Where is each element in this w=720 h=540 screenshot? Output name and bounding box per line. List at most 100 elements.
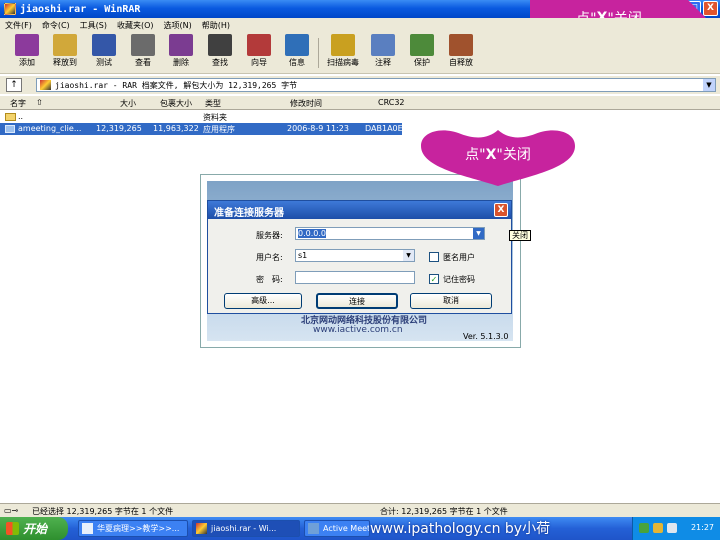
chevron-down-icon[interactable]: ▼ — [703, 79, 715, 91]
address-field[interactable]: jiaoshi.rar - RAR 档案文件, 解包大小为 12,319,265… — [36, 78, 716, 92]
toolbar-label: 释放到 — [53, 58, 77, 67]
toolbar-add-button[interactable]: 添加 — [8, 34, 46, 68]
row-type: 资料夹 — [203, 113, 227, 122]
column-modified[interactable]: 修改时间 — [290, 98, 322, 109]
shield-icon[interactable] — [653, 523, 663, 533]
dialog-close-button[interactable]: X — [494, 203, 508, 217]
network-icon[interactable] — [639, 523, 649, 533]
version-label: Ver. 5.1.3.0 — [463, 332, 509, 341]
toolbar-label: 向导 — [251, 58, 267, 67]
toolbar-wizard-button[interactable]: 向导 — [240, 34, 278, 68]
comment-icon — [371, 34, 395, 56]
close-hint-callout-heart: 点"X"关闭 — [417, 128, 579, 188]
winrar-icon — [4, 3, 16, 15]
start-button[interactable]: 开始 — [0, 517, 68, 540]
table-row[interactable]: .. 资料夹 — [0, 111, 720, 123]
column-packed[interactable]: 包裹大小 — [160, 98, 192, 109]
server-label: 服务器: — [256, 231, 283, 240]
menu-help[interactable]: 帮助(H) — [197, 20, 235, 31]
address-bar: ↑ jiaoshi.rar - RAR 档案文件, 解包大小为 12,319,2… — [0, 76, 720, 94]
view-icon — [131, 34, 155, 56]
system-tray: 21:27 — [632, 517, 720, 540]
advanced-button[interactable]: 高级... — [224, 293, 302, 309]
toolbar-comment-button[interactable]: 注释 — [364, 34, 402, 68]
remember-password-label: 记住密码 — [443, 275, 475, 284]
menu-bar: 文件(F) 命令(C) 工具(S) 收藏夹(O) 选项(N) 帮助(H) — [0, 18, 720, 32]
toolbar-label: 测试 — [96, 58, 112, 67]
menu-favorites[interactable]: 收藏夹(O) — [112, 20, 159, 31]
taskbar: 开始 华夏病理>>教学>>... jiaoshi.rar - Wi... Act… — [0, 517, 720, 540]
toolbar: 添加 释放到 测试 查看 删除 查找 向导 信息 扫描病毒 注释 保护 自释放 — [0, 32, 720, 74]
volume-icon[interactable] — [667, 523, 677, 533]
test-icon — [92, 34, 116, 56]
username-value: s1 — [298, 251, 308, 260]
toolbar-view-button[interactable]: 查看 — [124, 34, 162, 68]
virus-scan-icon — [331, 34, 355, 56]
up-folder-button[interactable]: ↑ — [6, 78, 22, 92]
password-field[interactable] — [295, 271, 415, 284]
row-type: 应用程序 — [203, 125, 235, 134]
clock: 21:27 — [690, 523, 714, 532]
column-type[interactable]: 类型 — [205, 98, 221, 109]
menu-options[interactable]: 选项(N) — [159, 20, 197, 31]
toolbar-test-button[interactable]: 测试 — [85, 34, 123, 68]
start-label: 开始 — [23, 522, 48, 536]
archive-icon — [40, 80, 51, 90]
callout-text-suffix: "关闭 — [496, 147, 531, 163]
browser-icon — [82, 523, 93, 534]
toolbar-info-button[interactable]: 信息 — [278, 34, 316, 68]
menu-command[interactable]: 命令(C) — [37, 20, 75, 31]
watermark: www.ipathology.cn by小荷 — [370, 521, 551, 537]
username-label: 用户名: — [256, 253, 283, 262]
callout-key: X — [485, 147, 497, 163]
close-tooltip: 关闭 — [509, 230, 531, 241]
winrar-icon — [196, 523, 207, 534]
connect-button[interactable]: 连接 — [316, 293, 398, 309]
toolbar-label: 查找 — [212, 58, 228, 67]
drive-key-icon: ▭⊸ — [4, 506, 19, 515]
column-crc[interactable]: CRC32 — [378, 98, 405, 107]
toolbar-separator — [318, 38, 319, 68]
task-label: Active Meeting ... — [323, 524, 370, 533]
status-left: 已经选择 12,319,265 字节在 1 个文件 — [32, 507, 174, 516]
remember-password-checkbox[interactable]: ✓ — [429, 274, 439, 284]
column-name[interactable]: 名字 — [10, 98, 26, 109]
toolbar-label: 自释放 — [449, 58, 473, 67]
username-combobox[interactable]: s1 ▼ — [295, 249, 415, 262]
toolbar-virus-scan-button[interactable]: 扫描病毒 — [324, 34, 362, 68]
column-size[interactable]: 大小 — [120, 98, 136, 109]
toolbar-sfx-button[interactable]: 自释放 — [442, 34, 480, 68]
row-size: 12,319,265 — [96, 124, 142, 133]
row-modified: 2006-8-9 11:23 — [287, 124, 349, 133]
toolbar-label: 删除 — [173, 58, 189, 67]
info-icon — [285, 34, 309, 56]
anonymous-checkbox[interactable] — [429, 252, 439, 262]
menu-tools[interactable]: 工具(S) — [75, 20, 112, 31]
toolbar-label: 查看 — [135, 58, 151, 67]
toolbar-extract-button[interactable]: 释放到 — [46, 34, 84, 68]
banner-site: www.iactive.com.cn — [313, 325, 403, 335]
anonymous-label: 匿名用户 — [443, 253, 475, 262]
find-icon — [208, 34, 232, 56]
menu-file[interactable]: 文件(F) — [0, 20, 37, 31]
toolbar-delete-button[interactable]: 删除 — [162, 34, 200, 68]
toolbar-find-button[interactable]: 查找 — [201, 34, 239, 68]
table-row-selected[interactable]: ameeting_clie... 12,319,265 11,963,322 应… — [0, 123, 408, 135]
window-title: jiaoshi.rar - WinRAR — [20, 3, 141, 15]
toolbar-protect-button[interactable]: 保护 — [403, 34, 441, 68]
chevron-down-icon[interactable]: ▼ — [403, 250, 414, 261]
cancel-button[interactable]: 取消 — [410, 293, 492, 309]
taskbar-item-browser[interactable]: 华夏病理>>教学>>... — [78, 520, 188, 537]
windows-logo-icon — [6, 522, 19, 535]
task-label: 华夏病理>>教学>>... — [97, 524, 180, 533]
row-name: .. — [18, 112, 24, 121]
file-list-header: 名字 ⇧ 大小 包裹大小 类型 修改时间 CRC32 — [0, 96, 720, 110]
connect-dialog: 准备连接服务器 X 服务器: 0.0.0.0 ▼ 用户名: s1 ▼ 匿名用户 … — [207, 200, 512, 314]
toolbar-label: 注释 — [375, 58, 391, 67]
chevron-down-icon[interactable]: ▼ — [473, 228, 484, 239]
toolbar-label: 保护 — [414, 58, 430, 67]
taskbar-item-meeting[interactable]: Active Meeting ... — [304, 520, 370, 537]
taskbar-item-winrar[interactable]: jiaoshi.rar - Wi... — [192, 520, 300, 537]
server-combobox[interactable]: 0.0.0.0 ▼ — [295, 227, 485, 240]
wizard-icon — [247, 34, 271, 56]
